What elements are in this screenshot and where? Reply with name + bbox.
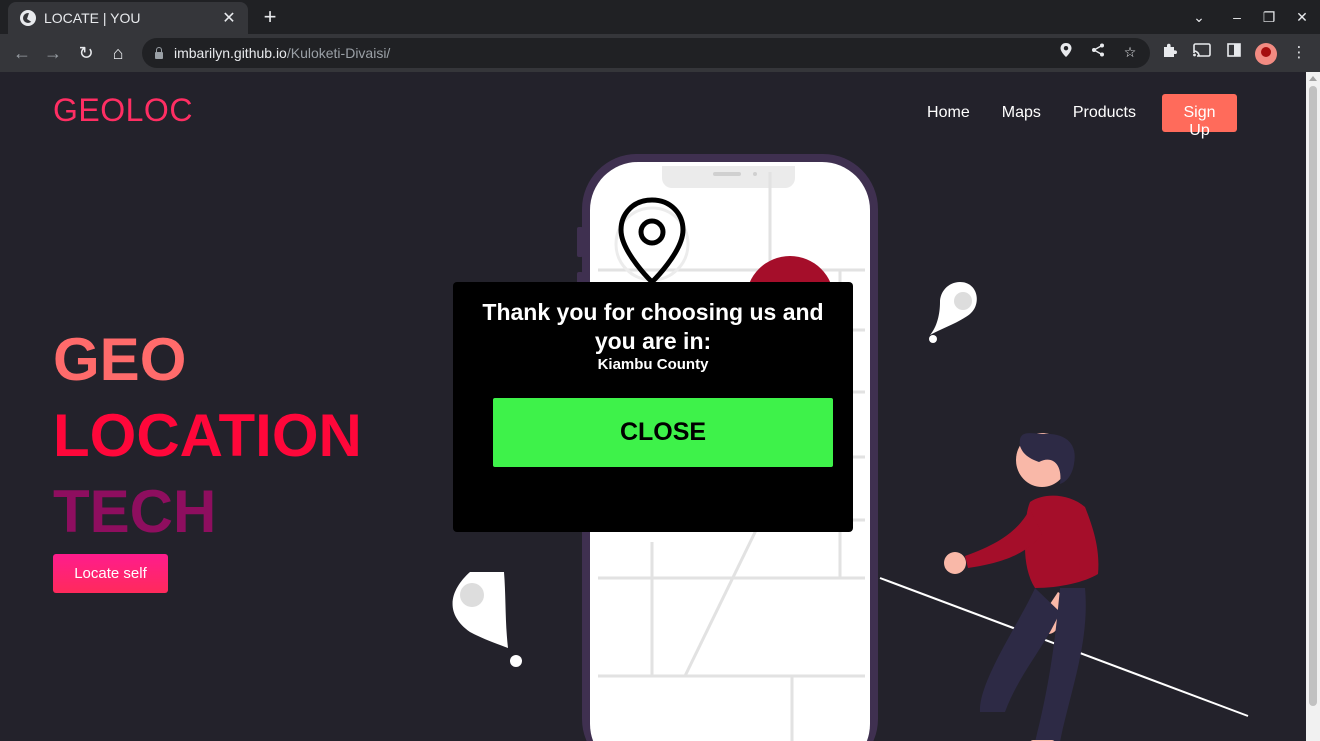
location-modal: Thank you for choosing us and you are in… bbox=[453, 282, 853, 532]
globe-icon bbox=[20, 10, 36, 26]
minimize-icon[interactable]: – bbox=[1226, 6, 1248, 28]
home-icon[interactable]: ⌂ bbox=[107, 42, 129, 64]
nav-products-link[interactable]: Products bbox=[1073, 104, 1136, 122]
back-icon[interactable]: ← bbox=[11, 42, 33, 64]
url-path: /Kuloketi-Divaisi/ bbox=[286, 45, 391, 61]
restore-icon[interactable]: ❐ bbox=[1258, 6, 1280, 28]
close-button[interactable]: CLOSE bbox=[493, 398, 833, 467]
tab-strip: LOCATE | YOU ✕ + ⌄ – ❐ ✕ bbox=[0, 0, 1320, 34]
extensions-icon[interactable] bbox=[1159, 42, 1181, 64]
main-nav: Home Maps Products Sign Up bbox=[895, 94, 1237, 139]
bookmark-star-icon[interactable]: ☆ bbox=[1120, 42, 1140, 62]
sign-up-button[interactable]: Sign Up bbox=[1162, 94, 1237, 139]
browser-toolbar: ← → ↻ ⌂ imbarilyn.github.io/Kuloketi-Div… bbox=[0, 34, 1320, 72]
hero-line-geo: GEO bbox=[53, 326, 187, 393]
site-logo[interactable]: GEOLOC bbox=[53, 92, 193, 129]
address-bar[interactable]: imbarilyn.github.io/Kuloketi-Divaisi/ bbox=[142, 38, 1150, 68]
person-illustration bbox=[944, 433, 1099, 741]
profile-avatar[interactable] bbox=[1255, 43, 1277, 65]
scrollbar-thumb[interactable] bbox=[1309, 86, 1317, 706]
close-tab-icon[interactable]: ✕ bbox=[220, 9, 238, 27]
scroll-up-icon[interactable] bbox=[1309, 76, 1317, 81]
modal-message: Thank you for choosing us and you are in… bbox=[482, 299, 824, 354]
floating-pin-right bbox=[929, 282, 977, 343]
new-tab-button[interactable]: + bbox=[258, 6, 282, 30]
menu-kebab-icon[interactable]: ⋮ bbox=[1288, 42, 1310, 64]
web-page: GEOLOC Home Maps Products Sign Up GEO LO… bbox=[0, 72, 1306, 741]
nav-maps-link[interactable]: Maps bbox=[1002, 104, 1041, 122]
reload-icon[interactable]: ↻ bbox=[75, 42, 97, 64]
close-window-icon[interactable]: ✕ bbox=[1291, 6, 1313, 28]
hero-line-tech: TECH bbox=[53, 478, 217, 545]
location-pin-icon[interactable] bbox=[1056, 42, 1076, 62]
tab-search-icon[interactable]: ⌄ bbox=[1188, 6, 1210, 28]
floating-pin-left bbox=[452, 572, 522, 667]
locate-self-button[interactable]: Locate self bbox=[53, 554, 168, 593]
cast-icon[interactable] bbox=[1191, 42, 1213, 64]
url-host: imbarilyn.github.io bbox=[174, 45, 287, 61]
nav-home-link[interactable]: Home bbox=[927, 104, 970, 122]
side-panel-icon[interactable] bbox=[1223, 42, 1245, 64]
browser-tab[interactable]: LOCATE | YOU ✕ bbox=[8, 2, 248, 34]
modal-location: Kiambu County bbox=[597, 356, 709, 373]
page-scrollbar[interactable] bbox=[1306, 72, 1320, 741]
hero-line-location: LOCATION bbox=[53, 402, 362, 469]
lock-icon[interactable] bbox=[154, 47, 164, 59]
share-icon[interactable] bbox=[1088, 42, 1108, 62]
forward-icon[interactable]: → bbox=[42, 42, 64, 64]
hero-heading: GEO LOCATION TECH bbox=[53, 322, 362, 550]
tab-title: LOCATE | YOU bbox=[44, 10, 141, 26]
